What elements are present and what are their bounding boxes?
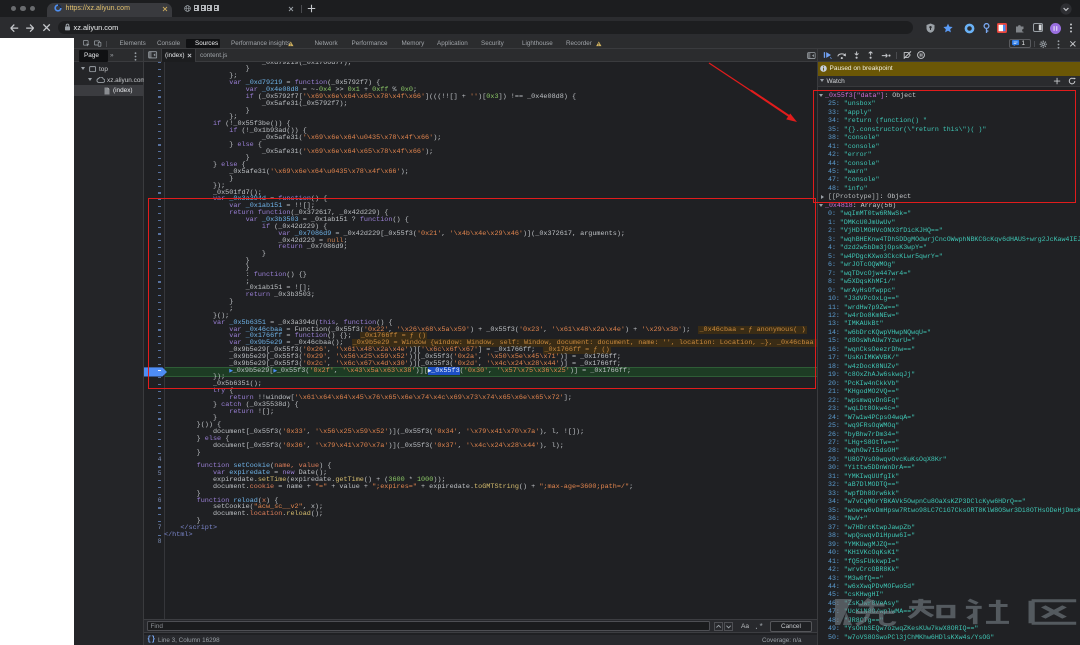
svg-text:.*: .* (754, 623, 763, 631)
